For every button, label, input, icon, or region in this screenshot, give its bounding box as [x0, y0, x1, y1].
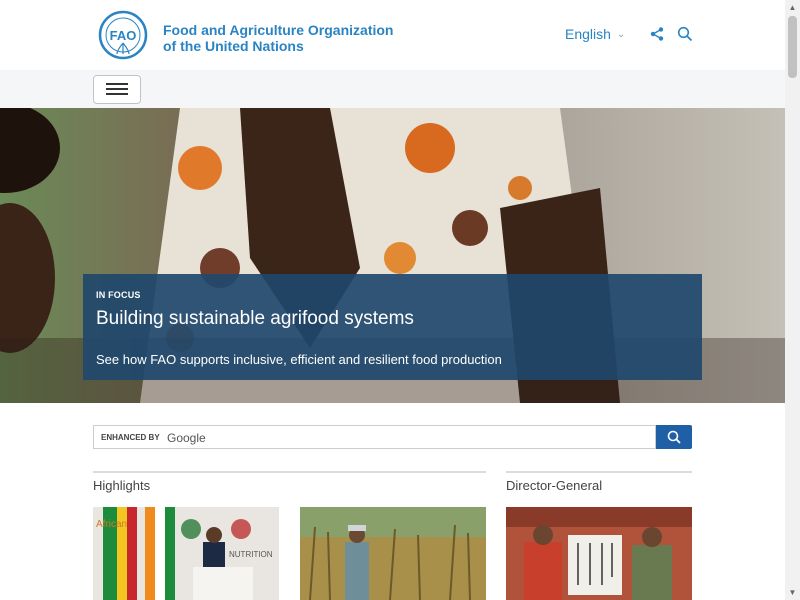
fao-logo[interactable]: FAO	[93, 10, 153, 60]
in-focus-panel[interactable]: IN FOCUS Building sustainable agrifood s…	[83, 274, 702, 380]
nav-bar	[0, 70, 785, 108]
search-icon[interactable]	[677, 26, 693, 42]
chevron-down-icon: ⌄	[616, 28, 626, 40]
director-general-image	[506, 507, 692, 600]
highlights-heading: Highlights	[93, 478, 151, 493]
organization-name[interactable]: Food and Agriculture Organization of the…	[163, 22, 393, 54]
google-logo: Google	[167, 431, 206, 445]
highlight-image-1: African NUTRITION	[93, 507, 279, 600]
hamburger-menu-icon[interactable]	[93, 75, 141, 104]
director-general-divider	[506, 471, 692, 473]
card1-banner-text1: African	[96, 519, 127, 530]
search-button[interactable]	[656, 425, 692, 449]
highlights-divider	[93, 471, 486, 473]
page-scrollbar[interactable]: ▲ ▼	[785, 0, 800, 600]
highlight-card-1[interactable]: African NUTRITION	[93, 507, 279, 600]
language-label: English	[565, 26, 611, 42]
director-general-heading: Director-General	[506, 478, 603, 493]
highlight-image-2	[300, 507, 486, 600]
hero-title[interactable]: Building sustainable agrifood systems	[96, 308, 414, 330]
card1-banner-text2: NUTRITION	[229, 550, 273, 559]
site-header: FAO Food and Agriculture Organization of…	[0, 0, 785, 70]
in-focus-label: IN FOCUS	[96, 290, 141, 300]
search-input[interactable]: ENHANCED BY Google	[93, 425, 656, 449]
highlight-card-2[interactable]	[300, 507, 486, 600]
hero-subtitle: See how FAO supports inclusive, efficien…	[96, 352, 502, 367]
scroll-up-arrow-icon[interactable]: ▲	[785, 0, 800, 15]
language-selector[interactable]: English ⌄	[565, 26, 625, 42]
search-icon	[667, 430, 681, 444]
scrollbar-thumb[interactable]	[788, 16, 797, 78]
site-search: ENHANCED BY Google	[93, 425, 692, 449]
enhanced-by-label: ENHANCED BY	[101, 433, 160, 442]
hero-banner[interactable]: IN FOCUS Building sustainable agrifood s…	[0, 108, 785, 403]
org-name-line1: Food and Agriculture Organization	[163, 22, 394, 38]
share-icon[interactable]	[649, 26, 665, 42]
logo-text: FAO	[110, 28, 137, 43]
director-general-card[interactable]	[506, 507, 692, 600]
org-name-line2: of the United Nations	[163, 38, 304, 54]
scroll-down-arrow-icon[interactable]: ▼	[785, 585, 800, 600]
